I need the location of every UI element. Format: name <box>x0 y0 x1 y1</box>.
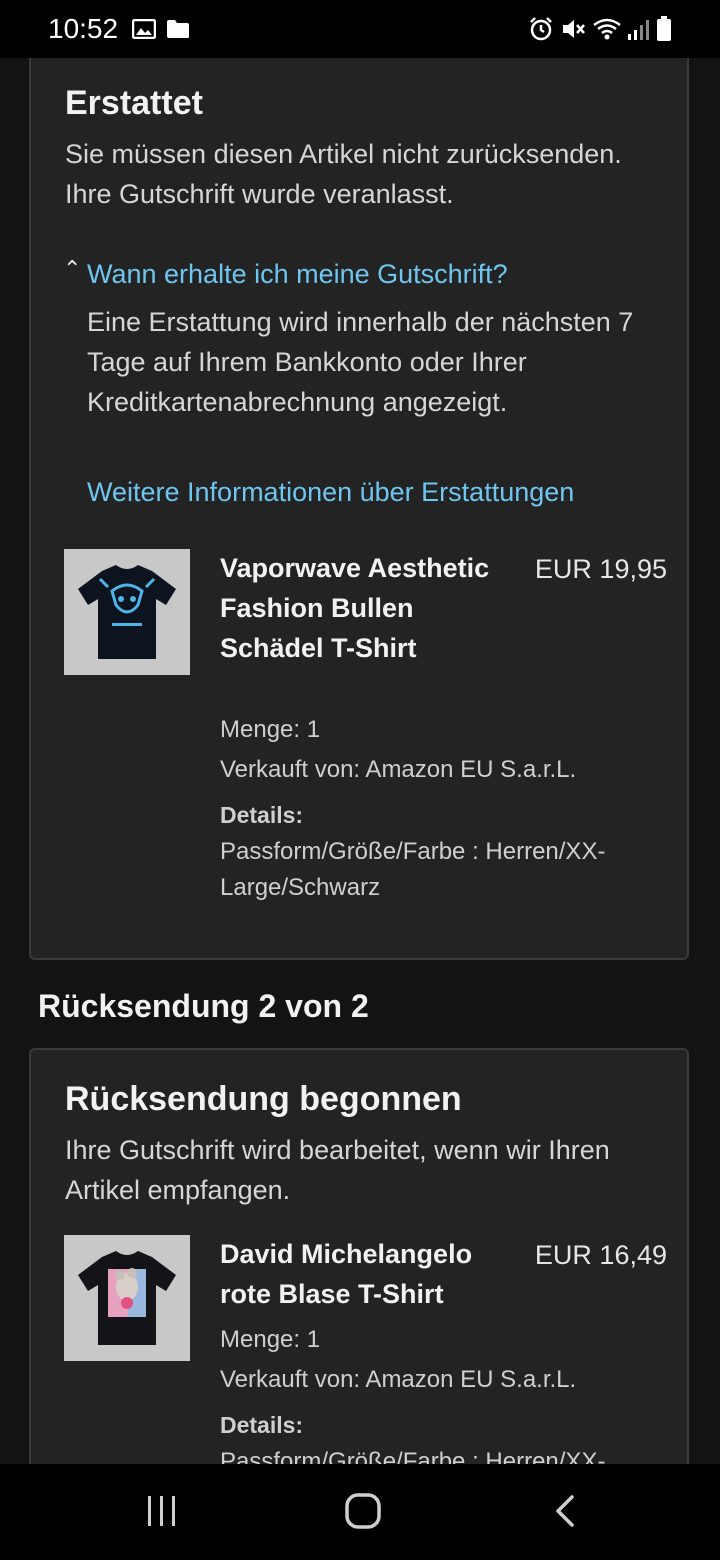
refund-message: Sie müssen diesen Artikel nicht zurückse… <box>65 139 622 209</box>
system-nav-bar <box>0 1464 720 1560</box>
product-price: EUR 16,49 <box>534 1240 667 1270</box>
product-quantity: Menge: 1 <box>220 1326 321 1353</box>
product-details-value: Passform/Größe/Farbe : Herren/XX-Large/S… <box>220 838 606 901</box>
product-details-label: Details: <box>220 1412 304 1438</box>
status-bar: 10:52 <box>0 0 720 58</box>
status-time: 10:52 <box>48 13 119 44</box>
product-details-label: Details: <box>220 802 304 828</box>
product-title[interactable]: David Michelangelo rote Blase T-Shirt <box>220 1234 510 1314</box>
alarm-icon <box>530 17 552 41</box>
tshirt-image <box>78 565 176 659</box>
refund-more-info-link[interactable]: Weitere Informationen über Erstattungen <box>87 472 574 512</box>
refund-timing-text: Eine Erstattung wird innerhalb der nächs… <box>87 307 634 417</box>
home-icon[interactable] <box>344 1492 382 1530</box>
product-image-bull-skull-shirt[interactable] <box>64 549 190 675</box>
chevron-up-icon: ⌃ <box>63 256 82 281</box>
battery-icon <box>657 16 671 41</box>
refund-status-title: Erstattet <box>65 84 203 122</box>
mute-icon <box>563 20 585 38</box>
product-seller: Verkauft von: Amazon EU S.a.r.L. <box>220 1366 577 1393</box>
wifi-icon <box>593 18 621 40</box>
recent-apps-icon[interactable] <box>146 1494 178 1528</box>
product-quantity: Menge: 1 <box>220 716 321 743</box>
folder-icon <box>167 20 189 38</box>
refund-timing-link[interactable]: Wann erhalte ich meine Gutschrift? <box>87 254 508 294</box>
return-message: Ihre Gutschrift wird bearbeitet, wenn wi… <box>65 1135 610 1205</box>
product-title[interactable]: Vaporwave Aesthetic Fashion Bullen Schäd… <box>220 548 490 668</box>
image-icon <box>132 19 156 39</box>
product-seller: Verkauft von: Amazon EU S.a.r.L. <box>220 756 577 783</box>
product-details-value: Passform/Größe/Farbe : Herren/XX- <box>220 1448 606 1464</box>
tshirt-image <box>78 1251 176 1345</box>
return-section-heading: Rücksendung 2 von 2 <box>38 988 369 1024</box>
order-returns-content[interactable]: Erstattet Sie müssen diesen Artikel nich… <box>0 58 720 1464</box>
product-image-david-shirt[interactable] <box>64 1235 190 1361</box>
back-icon[interactable] <box>552 1494 578 1528</box>
refund-card: Erstattet Sie müssen diesen Artikel nich… <box>29 58 689 960</box>
signal-icon <box>628 20 649 40</box>
return-card: Rücksendung begonnen Ihre Gutschrift wir… <box>29 1048 689 1464</box>
return-status-title: Rücksendung begonnen <box>65 1080 462 1118</box>
product-price: EUR 19,95 <box>534 554 667 584</box>
